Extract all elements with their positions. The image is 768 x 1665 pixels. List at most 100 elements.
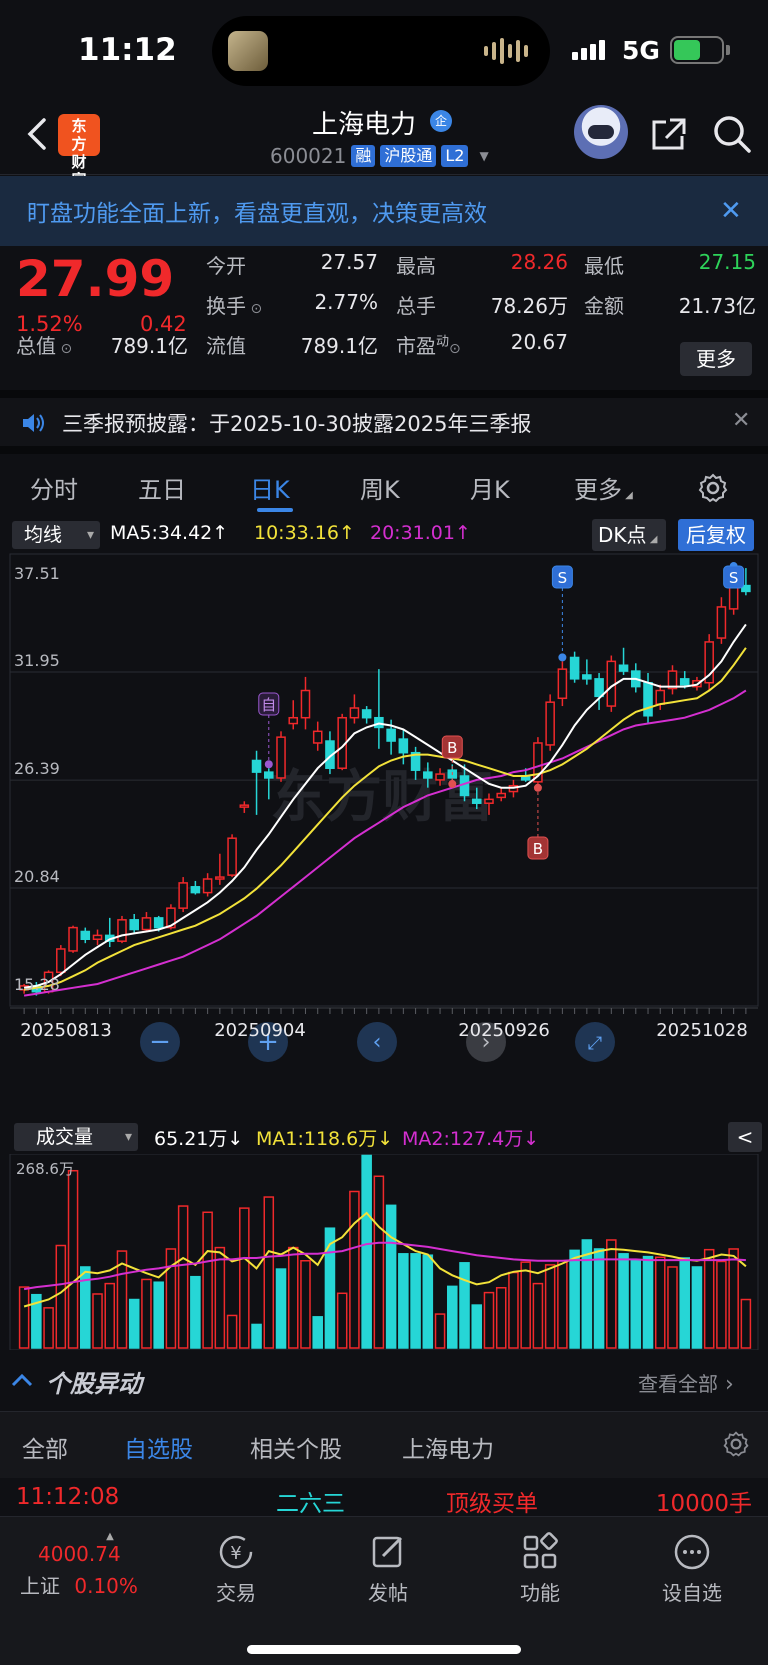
marker-label: B (447, 739, 457, 757)
pe-label[interactable]: 市盈动⊙ (396, 330, 461, 359)
svg-text:−: − (149, 1027, 171, 1057)
volume-indicator-select[interactable]: 成交量 (14, 1123, 138, 1151)
tab-intraday[interactable]: 分时 (30, 470, 78, 505)
stock-header: 东方财富 上海电力 企 600021 融 沪股通 L2 ▼ (0, 100, 768, 189)
nav-add-watchlist[interactable]: 设自选 (632, 1531, 752, 1606)
gear-icon[interactable] (697, 472, 729, 504)
current-price: 27.99 (16, 250, 175, 308)
promo-banner[interactable]: 盯盘功能全面上新，看盘更直观，决策更高效 ✕ (0, 176, 768, 246)
nav-functions[interactable]: 功能 (480, 1531, 600, 1606)
candle (80, 927, 91, 944)
candle (68, 925, 78, 953)
media-thumbnail (228, 31, 268, 71)
volume-bar (263, 1196, 275, 1349)
fullscreen-button[interactable]: ⤢ (575, 1022, 615, 1062)
anomaly-row[interactable]: 11:12:08 二六三 顶级买单 10000手 (0, 1478, 768, 1516)
volume-ma2: MA2:127.4万↓ (402, 1128, 540, 1150)
anomaly-tab-related[interactable]: 相关个股 (250, 1430, 342, 1464)
mktcap-label[interactable]: 总值 ⊙ (16, 330, 72, 359)
candle (178, 877, 188, 913)
close-icon[interactable]: ✕ (720, 196, 742, 226)
anomaly-tab-stock[interactable]: 上海电力 (402, 1430, 494, 1464)
chevron-up-icon[interactable] (10, 1372, 34, 1388)
index-ticker[interactable]: ▲ 4000.74 上证 0.10% (20, 1531, 160, 1599)
candle (349, 694, 360, 724)
robot-assistant-icon[interactable] (574, 105, 628, 159)
anomaly-title: 个股异动 (46, 1370, 142, 1398)
notice-bar[interactable]: 三季报预披露：于2025-10-30披露2025年三季报 ✕ (0, 390, 768, 454)
anomaly-event: 顶级买单 (446, 1491, 538, 1516)
sell-marker[interactable]: S (723, 562, 745, 589)
volume-bar (398, 1253, 409, 1349)
anomaly-tabs: 全部 自选股 相关个股 上海电力 (0, 1412, 768, 1478)
stock-code-row[interactable]: 600021 融 沪股通 L2 ▼ (270, 144, 489, 168)
volume-y-tick: 268.6万 (16, 1160, 74, 1178)
y-tick-label: 26.39 (14, 759, 60, 778)
index-name: 上证 (20, 1574, 60, 1598)
volume-bar (55, 1244, 67, 1349)
volume-bar (373, 1175, 385, 1349)
kline-chart[interactable]: 东方财富 自BBS S 37.5131.9526.3920.8415.28 − +… (0, 552, 768, 1072)
volume-bar (447, 1285, 458, 1349)
volume-ma1: MA1:118.6万↓ (256, 1128, 394, 1150)
turnover-label[interactable]: 换手 ⊙ (206, 290, 262, 319)
volume-bar (349, 1190, 360, 1349)
share-icon[interactable] (650, 116, 688, 152)
anomaly-header: 个股异动 查看全部 › (0, 1350, 768, 1412)
volume-bar (312, 1316, 323, 1349)
more-button[interactable]: 更多 (680, 342, 752, 376)
volume-bar (287, 1246, 299, 1349)
volume-chart[interactable]: 268.6万 (0, 1154, 768, 1350)
candle (557, 661, 568, 707)
candle (545, 694, 555, 751)
y-tick-label: 37.51 (14, 564, 60, 583)
volume-bar (654, 1256, 666, 1349)
volume-bar (190, 1275, 201, 1349)
audio-wave-icon (484, 36, 528, 66)
adjust-button[interactable]: 后复权 (678, 519, 754, 551)
anomaly-tab-watchlist[interactable]: 自选股 (124, 1430, 193, 1464)
tab-five-day[interactable]: 五日 (138, 470, 186, 505)
volume-bar (300, 1259, 311, 1349)
buy-marker[interactable]: B (527, 783, 549, 860)
search-icon[interactable] (712, 114, 752, 154)
volume-bar (618, 1253, 629, 1349)
dk-point-button[interactable]: DK点 ◢ (592, 519, 666, 551)
indicator-select[interactable]: 均线 (12, 521, 100, 549)
amount-label: 金额 (584, 294, 624, 318)
zoom-out-button[interactable]: − (140, 1022, 180, 1062)
ma20-line (23, 689, 747, 997)
tab-more[interactable]: 更多 ◢ (574, 470, 633, 505)
high-value: 28.26 (510, 250, 568, 274)
tab-monthly-k[interactable]: 月K (470, 470, 510, 505)
volume-bar (716, 1260, 727, 1349)
back-arrow-icon[interactable] (22, 114, 52, 154)
y-tick-label: 20.84 (14, 867, 60, 886)
anomaly-tab-all[interactable]: 全部 (22, 1430, 68, 1464)
volume-bar (361, 1154, 372, 1349)
x-tick-label: 20250926 (458, 1020, 550, 1041)
candle (398, 729, 409, 765)
self-marker[interactable]: 自 (258, 692, 280, 769)
volume-bar (569, 1249, 580, 1349)
tab-daily-k[interactable]: 日K (250, 470, 290, 505)
ma20-value: 20:31.01↑ (370, 522, 471, 544)
volume-bar (92, 1293, 103, 1349)
nav-post[interactable]: 发帖 (328, 1531, 448, 1606)
bottom-nav: ▲ 4000.74 上证 0.10% ¥ 交易 发帖 功能 设自选 (0, 1516, 768, 1665)
settings-icon[interactable] (722, 1430, 750, 1458)
volume-bar (532, 1282, 544, 1349)
nav-trade[interactable]: ¥ 交易 (176, 1531, 296, 1606)
tab-weekly-k[interactable]: 周K (360, 470, 400, 505)
close-icon[interactable]: ✕ (732, 408, 750, 433)
pan-left-button[interactable]: ‹ (357, 1022, 397, 1062)
app-logo: 东方财富 (58, 114, 100, 189)
sell-marker[interactable]: S (551, 565, 573, 662)
candle (655, 684, 666, 710)
collapse-button[interactable]: < (728, 1122, 762, 1152)
view-all-link[interactable]: 查看全部 › (638, 1368, 734, 1397)
svg-text:‹: ‹ (373, 1030, 382, 1055)
dynamic-island[interactable] (212, 16, 550, 86)
candle (129, 913, 140, 934)
volume-bar (606, 1239, 617, 1349)
